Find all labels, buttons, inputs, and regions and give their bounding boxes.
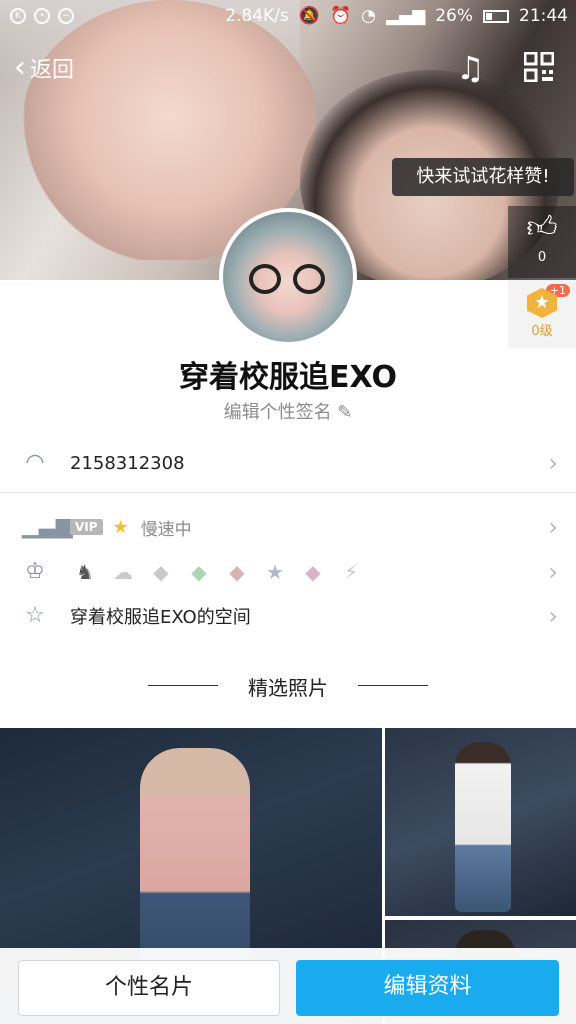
status-bar: K • − 2.84K/s 🔕 ⏰ ◔ ▂▄▆ 26% 21:44 [0,0,576,34]
level-bars-icon: ▁▃▆ [22,514,73,539]
divider [0,492,576,493]
bottom-action-bar: 个性名片 编辑资料 [0,948,576,1024]
praise-tooltip[interactable]: 快来试试花样赞! [392,158,574,196]
chevron-right-icon: › [548,602,558,630]
mute-icon: 🔕 [298,6,320,26]
edit-profile-button[interactable]: 编辑资料 [296,960,559,1016]
clock: 21:44 [519,6,568,26]
lightning-medal-icon: ⚡ [343,560,359,584]
level-label: 0级 [531,324,553,339]
divider-left [148,685,218,686]
diamond-medal-icon: ◆ [153,560,169,584]
vip-tag: VIP [70,519,103,535]
signature-text: 编辑个性签名 [223,402,332,423]
vip-status: 慢速中 [140,519,192,540]
featured-photos-header: 精选照片 [0,672,576,700]
star-outline-icon: ☆ [25,603,45,628]
profile-card-button[interactable]: 个性名片 [18,960,280,1016]
star-medal-icon: ★ [266,560,284,584]
thumbs-up-icon: 👍︎ [526,210,558,245]
qr-code-icon[interactable] [524,52,554,82]
photo-figure [455,742,511,912]
paw-icon: • [34,8,50,24]
edit-signature-link[interactable]: 编辑个性签名 ✎ [0,398,576,424]
pencil-icon: ✎ [337,402,353,423]
penguin-medal-icon: ♞ [76,560,94,584]
like-count: 0 [537,250,547,265]
chevron-right-icon: › [548,513,558,541]
status-right: 2.84K/s 🔕 ⏰ ◔ ▂▄▆ 26% 21:44 [225,6,568,26]
penguin-icon: ◠ [25,450,45,475]
like-button[interactable]: 👍︎ 0 [508,206,576,278]
avatar-glasses [249,264,329,294]
chevron-left-icon: ‹ [14,50,26,85]
chevron-right-icon: › [548,449,558,477]
medals-row[interactable]: ♔ ♞ ☁ ◆ ◆ ◆ ★ ◆ ⚡ › [0,549,576,595]
wifi-icon: ◔ [361,6,376,26]
diamond-pink-medal-icon: ◆ [229,560,245,584]
diamond-purple-medal-icon: ◆ [305,560,321,584]
vip-row[interactable]: ▁▃▆ VIP ★ 慢速中 › [0,504,576,550]
featured-photo-2[interactable] [385,728,576,916]
qq-number: 2158312308 [70,452,185,474]
status-left-icons: K • − [10,8,74,24]
chevron-right-icon: › [548,558,558,586]
space-label: 穿着校服追EXO的空间 [70,607,251,628]
back-button[interactable]: ‹ 返回 [14,52,74,84]
cloud-medal-icon: ☁ [113,560,133,584]
alarm-icon: ⏰ [329,6,352,26]
section-title: 精选照片 [248,676,328,700]
crown-icon: ♔ [25,559,45,584]
battery-icon [483,9,509,23]
nickname: 穿着校服追EXO [178,360,398,395]
divider-right [358,685,428,686]
network-speed: 2.84K/s [225,6,289,26]
medal-list: ♞ ☁ ◆ ◆ ◆ ★ ◆ ⚡ [70,560,366,584]
back-label: 返回 [30,58,75,83]
qq-number-row[interactable]: ◠ 2158312308 › [0,440,576,486]
notification-k-icon: K [10,8,26,24]
level-button[interactable]: +1 ★ 0级 [508,280,576,348]
space-row[interactable]: ☆ 穿着校服追EXO的空间 › [0,593,576,639]
star-icon: ★ [112,516,129,538]
avatar[interactable] [219,208,357,346]
signal-icon: ▂▄▆ [385,6,426,26]
music-note-play-icon[interactable]: ♫ [456,50,492,86]
minus-circle-icon: − [58,8,74,24]
battery-percent: 26% [435,6,473,26]
diamond-green-medal-icon: ◆ [191,560,207,584]
